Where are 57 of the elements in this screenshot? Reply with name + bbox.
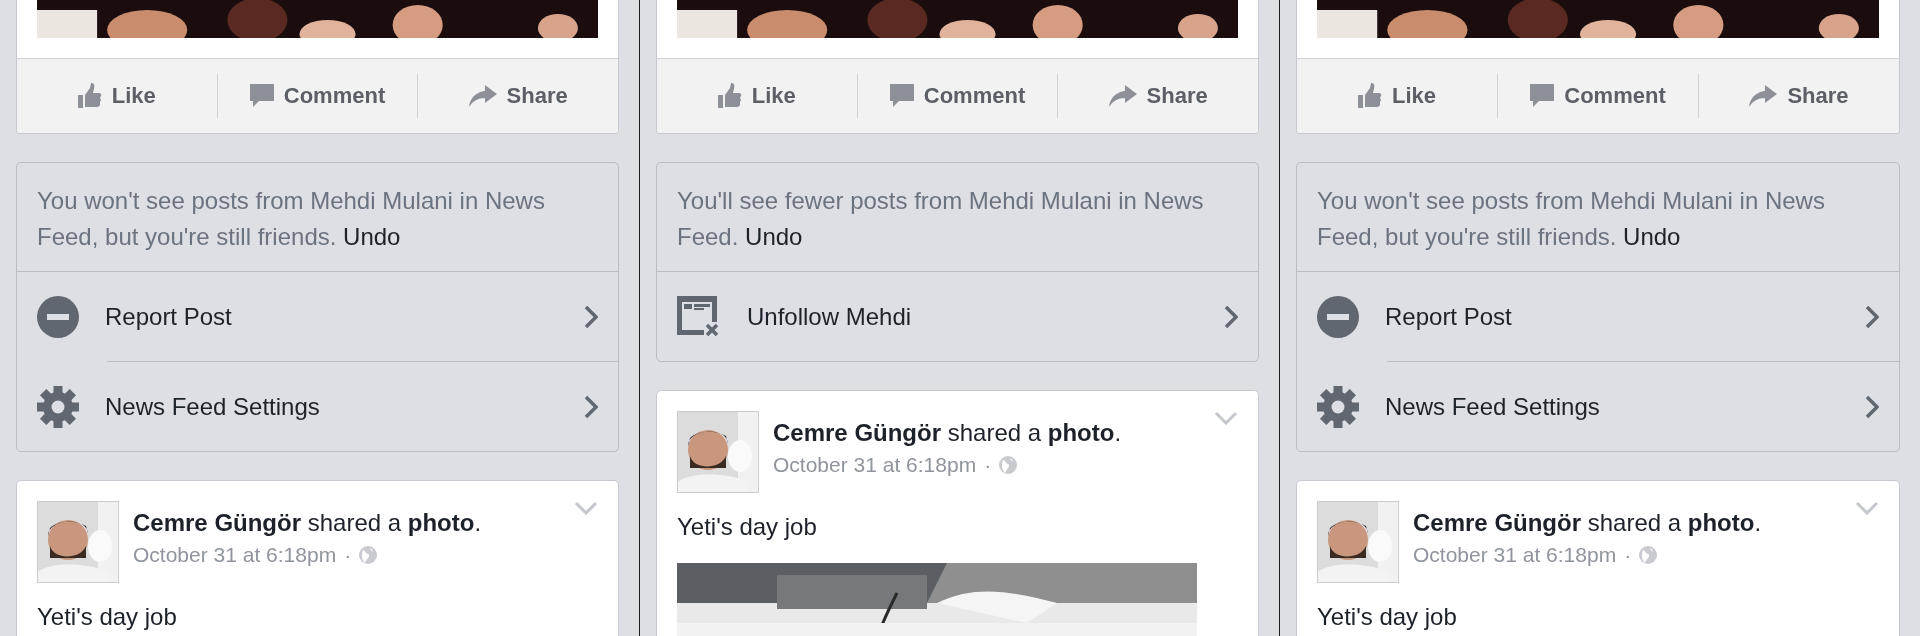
post-headline: Cemre Güngör shared a photo. bbox=[133, 509, 483, 537]
separator-dot: · bbox=[984, 453, 992, 477]
unfollow-window-icon bbox=[677, 295, 721, 338]
globe-icon bbox=[1639, 546, 1658, 564]
caret-down-icon[interactable] bbox=[1214, 411, 1238, 425]
post-headline: Cemre Güngör shared a photo. bbox=[1413, 509, 1763, 537]
thumbs-up-icon bbox=[717, 83, 742, 109]
minus-circle-icon bbox=[37, 295, 79, 338]
chevron-right-icon bbox=[584, 394, 598, 419]
like-button[interactable]: Like bbox=[17, 74, 217, 118]
undo-link[interactable]: Undo bbox=[1623, 223, 1681, 250]
minus-circle-icon bbox=[1317, 295, 1359, 338]
share-arrow-icon bbox=[1108, 85, 1137, 107]
speech-bubble-icon bbox=[249, 84, 274, 108]
post-timestamp[interactable]: October 31 at 6:18pm bbox=[1413, 543, 1617, 567]
globe-icon bbox=[999, 456, 1018, 474]
post-headline: Cemre Güngör shared a photo. bbox=[773, 419, 1123, 447]
undo-link[interactable]: Undo bbox=[745, 223, 803, 250]
comment-button[interactable]: Comment bbox=[1497, 74, 1698, 118]
chevron-right-icon bbox=[584, 304, 598, 329]
settings-icon bbox=[1317, 385, 1359, 428]
comment-button[interactable]: Comment bbox=[216, 74, 418, 118]
chevron-right-icon bbox=[1865, 304, 1879, 329]
separator-dot: · bbox=[1624, 543, 1632, 567]
hidden-post-message: You'll see fewer posts from Mehdi Mulani in News Feed. Undo bbox=[657, 163, 1258, 272]
share-arrow-icon bbox=[468, 85, 497, 107]
globe-icon bbox=[359, 546, 378, 564]
undo-link[interactable]: Undo bbox=[343, 223, 401, 250]
hidden-post-message: You won't see posts from Mehdi Mulani in News Feed, but you're still friends. Undo bbox=[17, 163, 618, 272]
post-text: Yeti's day job bbox=[677, 513, 818, 541]
thumbs-up-icon bbox=[77, 83, 102, 109]
caret-down-icon[interactable] bbox=[1855, 501, 1879, 515]
menu-item[interactable]: News Feed Settings bbox=[1297, 362, 1899, 451]
share-button[interactable]: Share bbox=[1057, 74, 1258, 118]
settings-icon bbox=[37, 385, 79, 428]
menu-item[interactable]: Report Post bbox=[17, 272, 618, 361]
comment-button[interactable]: Comment bbox=[856, 74, 1058, 118]
like-button[interactable]: Like bbox=[657, 74, 857, 118]
speech-bubble-icon bbox=[889, 84, 914, 108]
menu-item[interactable]: Report Post bbox=[1297, 272, 1899, 361]
separator-dot: · bbox=[344, 543, 352, 567]
menu-item[interactable]: Unfollow Mehdi bbox=[657, 272, 1258, 361]
thumbs-up-icon bbox=[1358, 83, 1382, 109]
chevron-right-icon bbox=[1224, 304, 1238, 329]
post-text: Yeti's day job bbox=[37, 603, 178, 631]
chevron-right-icon bbox=[1865, 394, 1879, 419]
speech-bubble-icon bbox=[1530, 84, 1555, 108]
share-button[interactable]: Share bbox=[1698, 74, 1899, 118]
share-arrow-icon bbox=[1749, 85, 1778, 107]
post-timestamp[interactable]: October 31 at 6:18pm bbox=[133, 543, 337, 567]
menu-item[interactable]: News Feed Settings bbox=[17, 362, 618, 451]
post-text: Yeti's day job bbox=[1317, 603, 1458, 631]
hidden-post-message: You won't see posts from Mehdi Mulani in News Feed, but you're still friends. Undo bbox=[1297, 163, 1899, 272]
caret-down-icon[interactable] bbox=[574, 501, 598, 515]
share-button[interactable]: Share bbox=[417, 74, 618, 118]
like-button[interactable]: Like bbox=[1297, 74, 1497, 118]
post-timestamp[interactable]: October 31 at 6:18pm bbox=[773, 453, 977, 477]
